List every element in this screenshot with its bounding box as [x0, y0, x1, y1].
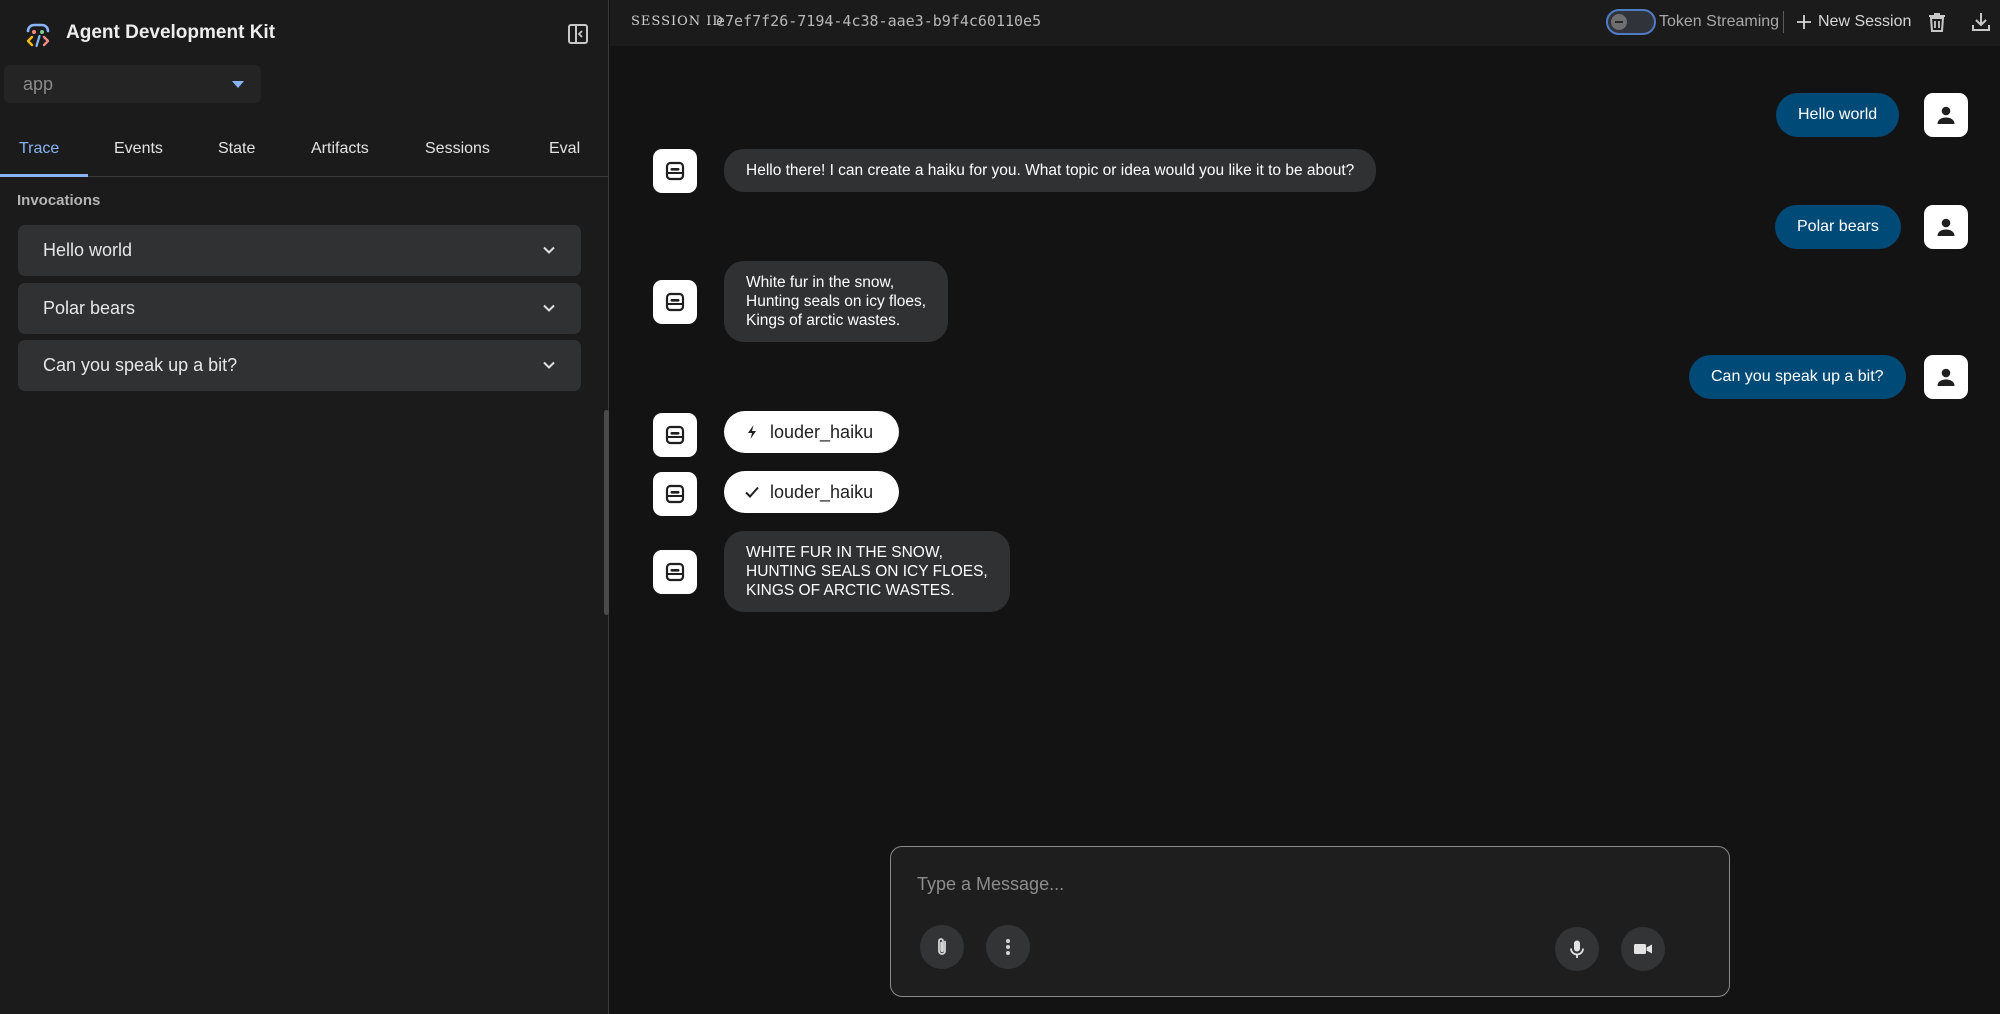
message-line: White fur in the snow,	[746, 274, 895, 291]
divider	[1783, 11, 1784, 33]
message-composer	[890, 846, 1730, 997]
chevron-down-icon	[543, 361, 555, 369]
message-input[interactable]	[917, 869, 1697, 899]
bot-avatar	[653, 413, 697, 457]
video-button[interactable]	[1621, 927, 1665, 971]
invocation-item[interactable]: Polar bears	[18, 283, 581, 334]
token-streaming-toggle[interactable]	[1606, 9, 1656, 35]
function-name: louder_haiku	[770, 482, 874, 502]
microphone-button[interactable]	[1555, 927, 1599, 971]
person-icon	[1937, 368, 1955, 386]
attach-file-button[interactable]	[920, 925, 964, 969]
invocation-label: Can you speak up a bit?	[43, 355, 238, 375]
invocation-item[interactable]: Hello world	[18, 225, 581, 276]
app-select[interactable]: app	[4, 65, 261, 103]
message-line: HUNTING SEALS ON ICY FLOES,	[746, 563, 988, 580]
invocations-heading: Invocations	[17, 192, 101, 209]
user-message: Polar bears	[1775, 205, 1901, 249]
bot-avatar	[653, 472, 697, 516]
invocation-item[interactable]: Can you speak up a bit?	[18, 340, 581, 391]
tab-events[interactable]: Events	[114, 140, 163, 158]
new-session-label: New Session	[1818, 13, 1912, 30]
more-options-button[interactable]	[986, 925, 1030, 969]
active-tab-indicator	[0, 174, 88, 177]
invocation-label: Hello world	[43, 240, 133, 260]
delete-session-icon[interactable]	[1925, 10, 1949, 34]
adk-logo-icon	[26, 23, 50, 48]
toggle-knob	[1611, 14, 1627, 30]
tab-sessions[interactable]: Sessions	[425, 140, 490, 158]
message-line: Hunting seals on icy floes,	[746, 293, 927, 310]
check-icon	[745, 486, 759, 498]
bot-message: White fur in the snow, Hunting seals on …	[724, 261, 949, 342]
microphone-icon	[1570, 940, 1584, 958]
tab-eval[interactable]: Eval	[549, 140, 580, 158]
bot-icon	[665, 562, 685, 582]
person-icon	[1937, 218, 1955, 236]
message-line: Hello there! I can create a haiku for yo…	[746, 162, 1355, 179]
token-streaming-label: Token Streaming	[1659, 13, 1780, 30]
bot-avatar	[653, 550, 697, 594]
bot-icon	[665, 161, 685, 181]
collapse-sidebar-icon[interactable]	[566, 22, 590, 46]
message-line: KINGS OF ARCTIC WASTES.	[746, 582, 955, 599]
message-line: Kings of arctic wastes.	[746, 312, 901, 329]
invocation-label: Polar bears	[43, 298, 136, 318]
sidebar: Agent Development Kit app Trace Events S…	[0, 0, 609, 1014]
more-vert-icon	[1006, 939, 1010, 955]
function-name: louder_haiku	[770, 422, 874, 442]
bolt-icon	[748, 425, 756, 439]
paperclip-icon	[938, 938, 946, 955]
video-camera-icon	[1634, 944, 1652, 954]
plus-icon	[1797, 15, 1811, 29]
user-avatar	[1924, 93, 1968, 137]
download-icon[interactable]	[1969, 10, 1993, 34]
top-bar: SESSION ID e7ef7f26-7194-4c38-aae3-b9f4c…	[610, 0, 2000, 46]
bot-message: WHITE FUR IN THE SNOW, HUNTING SEALS ON …	[724, 531, 1010, 612]
app-title: Agent Development Kit	[66, 22, 276, 43]
sidebar-tabs: Trace Events State Artifacts Sessions Ev…	[0, 128, 608, 177]
message-line: WHITE FUR IN THE SNOW,	[746, 544, 943, 561]
user-message: Hello world	[1776, 93, 1900, 137]
tab-artifacts[interactable]: Artifacts	[311, 140, 369, 158]
dropdown-caret-icon	[232, 81, 244, 88]
bot-icon	[665, 484, 685, 504]
function-call-chip[interactable]: louder_haiku	[724, 411, 900, 453]
user-avatar	[1924, 205, 1968, 249]
bot-icon	[665, 292, 685, 312]
bot-avatar	[653, 149, 697, 193]
chevron-down-icon	[543, 304, 555, 312]
tab-state[interactable]: State	[218, 140, 255, 158]
sidebar-scrollbar[interactable]	[604, 410, 609, 615]
session-id-label: SESSION ID	[631, 14, 724, 29]
bot-message: Hello there! I can create a haiku for yo…	[724, 149, 1377, 192]
chevron-down-icon	[543, 246, 555, 254]
bot-icon	[665, 425, 685, 445]
session-id-value: e7ef7f26-7194-4c38-aae3-b9f4c60110e5	[716, 12, 1042, 30]
person-icon	[1937, 106, 1955, 124]
app-select-value: app	[23, 74, 54, 94]
bot-avatar	[653, 280, 697, 324]
function-response-chip[interactable]: louder_haiku	[724, 471, 900, 513]
user-avatar	[1924, 355, 1968, 399]
tab-trace[interactable]: Trace	[19, 140, 59, 158]
user-message: Can you speak up a bit?	[1689, 355, 1906, 399]
